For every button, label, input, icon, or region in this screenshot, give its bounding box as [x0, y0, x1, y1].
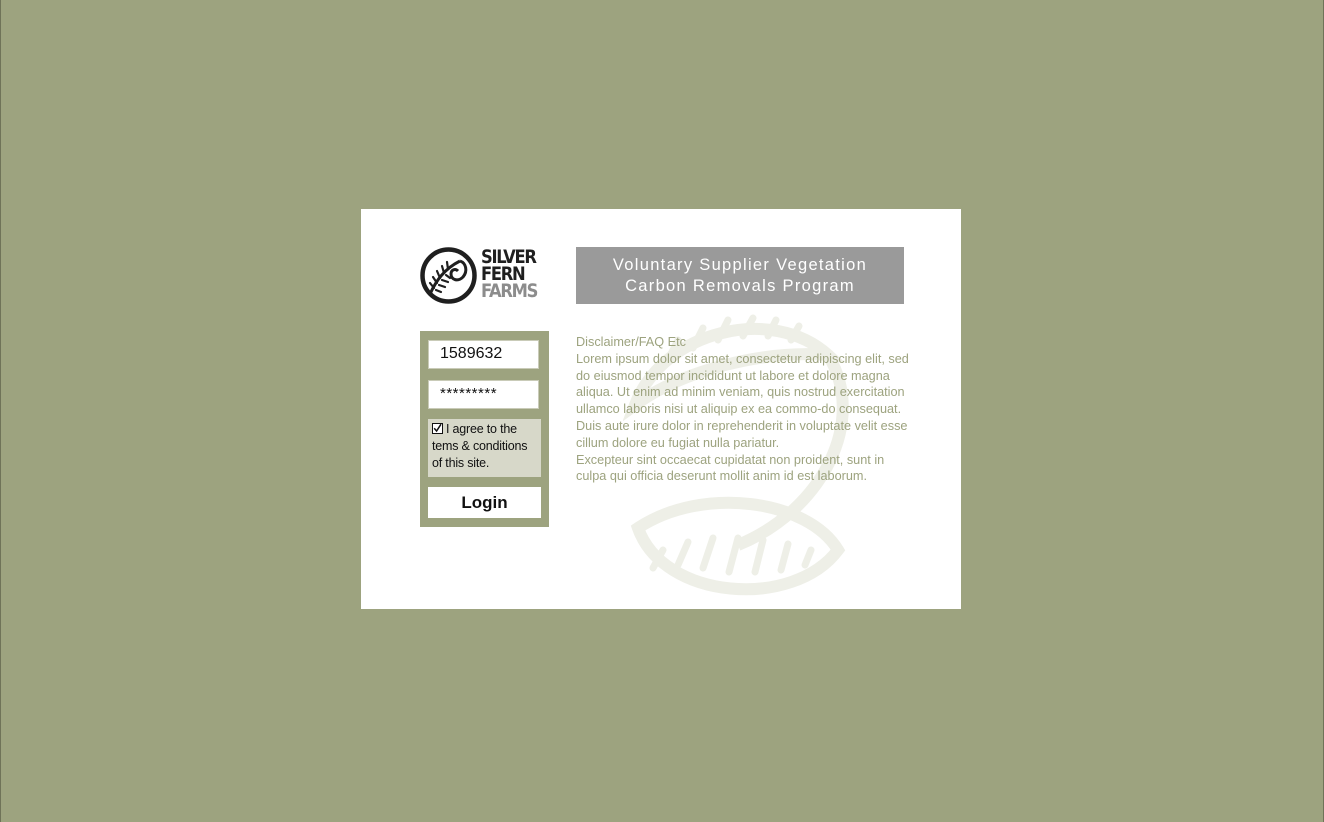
login-card: SILVER FERN FARMS Voluntary Supplier Veg… [361, 209, 961, 609]
silver-fern-farms-logo: SILVER FERN FARMS [420, 246, 550, 306]
program-title-line-1: Voluntary Supplier Vegetation [612, 255, 868, 274]
disclaimer-paragraph-2: Duis aute irure dolor in reprehenderit i… [576, 418, 908, 450]
agree-checkbox[interactable] [432, 423, 443, 434]
disclaimer-paragraph-3: Excepteur sint occaecat cupidatat non pr… [576, 452, 885, 484]
disclaimer-paragraph-1: Lorem ipsum dolor sit amet, consectetur … [576, 351, 909, 417]
username-input[interactable]: 1589632 [428, 340, 539, 369]
program-title-line-2: Carbon Removals Program [625, 276, 855, 295]
program-title-banner: Voluntary Supplier Vegetation Carbon Rem… [576, 247, 904, 304]
terms-agreement[interactable]: I agree to the tems & conditions of this… [428, 419, 541, 477]
logo-text-farms: FARMS [481, 280, 538, 302]
agree-text-line-2: tems & conditions [432, 439, 528, 453]
checkmark-icon [433, 423, 442, 433]
disclaimer-text: Disclaimer/FAQ Etc Lorem ipsum dolor sit… [576, 334, 911, 485]
fern-icon [420, 247, 477, 304]
agree-text-line-1: I agree to the [446, 422, 517, 436]
disclaimer-heading: Disclaimer/FAQ Etc [576, 335, 686, 349]
login-form: 1589632 ********* I agree to the tems & … [420, 331, 549, 527]
agree-text-line-3: of this site. [432, 456, 490, 470]
password-input[interactable]: ********* [428, 380, 539, 409]
login-button[interactable]: Login [428, 487, 541, 518]
window-edge-left [0, 0, 1, 822]
